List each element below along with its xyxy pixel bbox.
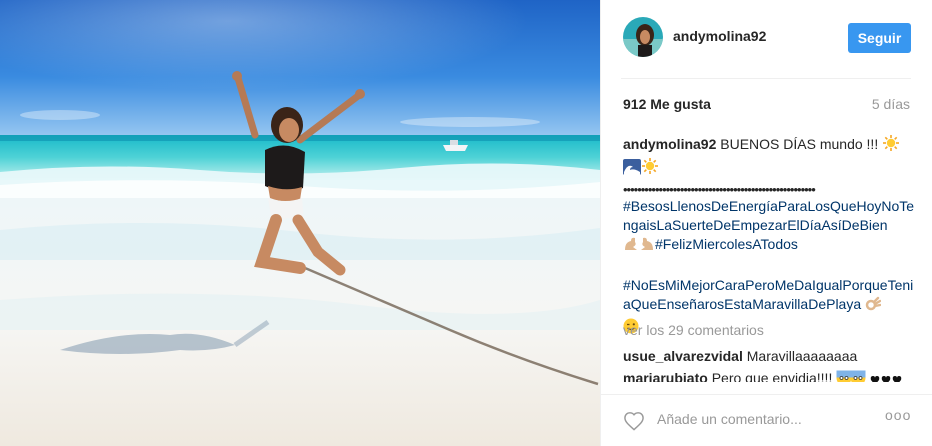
- fearful-emoji: [836, 370, 866, 382]
- post-header: andymolina92 Seguir: [601, 0, 932, 78]
- comment-footer: ooo: [601, 394, 932, 446]
- avatar[interactable]: [623, 17, 663, 57]
- more-options-button[interactable]: ooo: [885, 407, 911, 423]
- comment-item: usue_alvarezvidal Maravillaaaaaaaa: [623, 348, 857, 364]
- sun-emoji: [882, 134, 900, 157]
- caption-text: BUENOS DÍAS mundo !!!: [720, 136, 879, 152]
- hashtag-link[interactable]: #FelizMiercolesATodos: [655, 236, 798, 252]
- username[interactable]: andymolina92: [673, 28, 766, 44]
- beach-photo-image: [0, 0, 600, 446]
- avatar-image: [623, 17, 663, 57]
- add-comment-input[interactable]: [657, 407, 877, 431]
- black-heart-emoji: [870, 373, 904, 382]
- heart-icon[interactable]: [623, 411, 645, 436]
- caption-username[interactable]: andymolina92: [623, 136, 716, 152]
- view-all-comments-link[interactable]: ver los 29 comentarios: [623, 322, 764, 338]
- follow-button[interactable]: Seguir: [848, 23, 911, 53]
- likes-count[interactable]: 912 Me gusta: [623, 96, 711, 112]
- comment-text: Maravillaaaaaaaa: [746, 348, 858, 364]
- caption: andymolina92 BUENOS DÍAS mundo !!! •••••…: [623, 134, 915, 339]
- comment-username[interactable]: mariarubiato: [623, 370, 708, 382]
- wave-emoji: [623, 159, 641, 180]
- post-photo[interactable]: [0, 0, 600, 446]
- hashtag-link[interactable]: #BesosLlenosDeEnergíaParaLosQueHoyNoTeng…: [623, 198, 914, 233]
- comment-username[interactable]: usue_alvarezvidal: [623, 348, 743, 364]
- post-time[interactable]: 5 días: [872, 96, 910, 112]
- instagram-post: andymolina92 Seguir 912 Me gusta 5 días …: [0, 0, 932, 446]
- muscle-emoji: [623, 236, 655, 257]
- sun-emoji: [641, 157, 659, 180]
- caption-dots: ••••••••••••••••••••••••••••••••••••••••…: [623, 182, 816, 197]
- comment-item: mariarubiato Pero que envidia!!!!: [623, 370, 904, 382]
- divider: [621, 78, 911, 79]
- post-side-panel: andymolina92 Seguir 912 Me gusta 5 días …: [600, 0, 932, 446]
- ok-hand-emoji: [865, 296, 882, 317]
- comment-text: Pero que envidia!!!!: [711, 370, 833, 382]
